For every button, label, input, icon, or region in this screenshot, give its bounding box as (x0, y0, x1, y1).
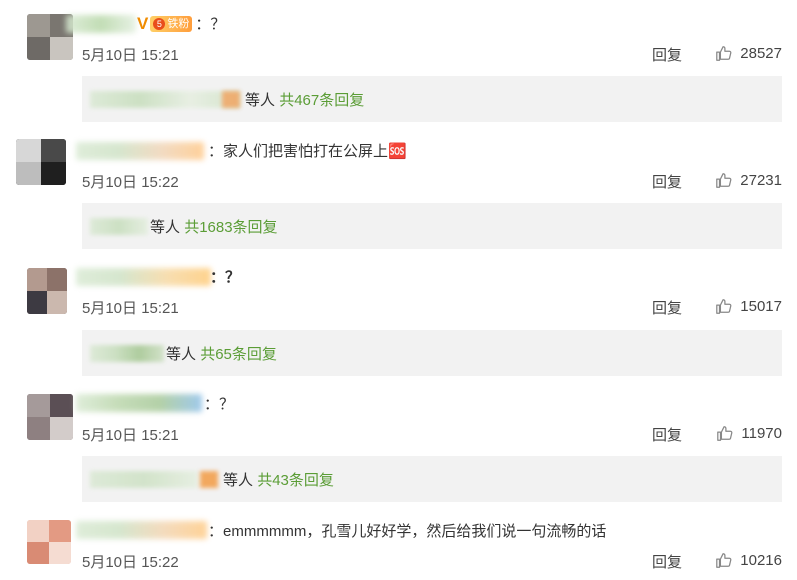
like-button[interactable]: 15017 (715, 297, 782, 315)
comment-text-line: ：家人们把害怕打在公屏上🆘 (208, 142, 407, 162)
comment-meta: 5月10日 15:22 回复 10216 (82, 551, 782, 572)
timestamp: 5月10日 15:22 (82, 554, 179, 571)
comment-meta: 5月10日 15:21 回复 28527 (82, 44, 782, 65)
replies-preview[interactable]: 等人 共467条回复 (82, 76, 782, 122)
comment-meta: 5月10日 15:21 回复 11970 (82, 424, 782, 445)
like-button[interactable]: 10216 (715, 551, 782, 569)
like-count: 10216 (740, 551, 782, 569)
reply-usernames (200, 471, 218, 488)
like-button[interactable]: 28527 (715, 44, 782, 62)
replies-prefix: 等人 (245, 92, 276, 109)
thumbs-up-icon (716, 46, 732, 61)
comment-text-line: ：？ (210, 268, 240, 288)
replies-prefix: 等人 (223, 472, 254, 489)
thumbs-up-icon (716, 173, 732, 188)
username[interactable] (76, 521, 207, 539)
comment-text: ：？ (210, 269, 241, 286)
thumbs-up-icon (716, 299, 732, 314)
avatar[interactable] (27, 268, 67, 314)
timestamp: 5月10日 15:21 (82, 300, 179, 317)
comment-meta: 5月10日 15:22 回复 27231 (82, 171, 782, 192)
username[interactable] (66, 15, 136, 33)
like-count: 11970 (741, 424, 782, 442)
reply-button[interactable]: 回复 (652, 297, 682, 318)
timestamp: 5月10日 15:21 (82, 427, 179, 444)
comment-text-line: V 5 铁粉：？ (137, 14, 225, 35)
replies-link[interactable]: 共65条回复 (200, 346, 277, 363)
replies-link[interactable]: 共467条回复 (279, 92, 364, 109)
comment-text: ：？ (195, 16, 226, 33)
fans-badge-icon: 5 铁粉 (150, 16, 193, 32)
avatar[interactable] (16, 139, 66, 185)
avatar[interactable] (27, 394, 73, 440)
comment-meta: 5月10日 15:21 回复 15017 (82, 297, 782, 318)
replies-preview[interactable]: 等人 共1683条回复 (82, 203, 782, 249)
reply-usernames (90, 218, 148, 235)
reply-usernames (90, 471, 198, 488)
like-button[interactable]: 11970 (716, 424, 782, 442)
reply-button[interactable]: 回复 (652, 44, 682, 65)
like-count: 15017 (740, 297, 782, 315)
reply-usernames (90, 91, 240, 108)
reply-button[interactable]: 回复 (652, 424, 682, 445)
comment-text: ：emmmmmm，孔雪儿好好学，然后给我们说一句流畅的话 (208, 523, 607, 540)
username[interactable] (76, 268, 211, 286)
thumbs-up-icon (716, 553, 732, 568)
replies-prefix: 等人 (166, 346, 197, 363)
timestamp: 5月10日 15:21 (82, 47, 179, 64)
thumbs-up-icon (717, 426, 733, 441)
replies-preview[interactable]: 等人 共43条回复 (82, 456, 782, 502)
comment-text: ：？ (204, 396, 235, 413)
comment-text-line: ：emmmmmm，孔雪儿好好学，然后给我们说一句流畅的话 (208, 522, 606, 542)
reply-button[interactable]: 回复 (652, 551, 682, 572)
verified-v-icon: V (137, 14, 149, 33)
reply-usernames (222, 91, 240, 108)
reply-usernames (90, 345, 164, 362)
like-button[interactable]: 27231 (715, 171, 782, 189)
replies-link[interactable]: 共1683条回复 (184, 219, 277, 236)
replies-prefix: 等人 (150, 219, 181, 236)
replies-preview[interactable]: 等人 共65条回复 (82, 330, 782, 376)
replies-link[interactable]: 共43条回复 (257, 472, 334, 489)
comment-text: ：家人们把害怕打在公屏上🆘 (208, 143, 407, 160)
username[interactable] (76, 142, 204, 160)
avatar[interactable] (27, 520, 71, 564)
comment-text-line: ：？ (204, 395, 234, 415)
timestamp: 5月10日 15:22 (82, 174, 179, 191)
reply-button[interactable]: 回复 (652, 171, 682, 192)
like-count: 27231 (740, 171, 782, 189)
username[interactable] (76, 394, 202, 412)
like-count: 28527 (740, 44, 782, 62)
